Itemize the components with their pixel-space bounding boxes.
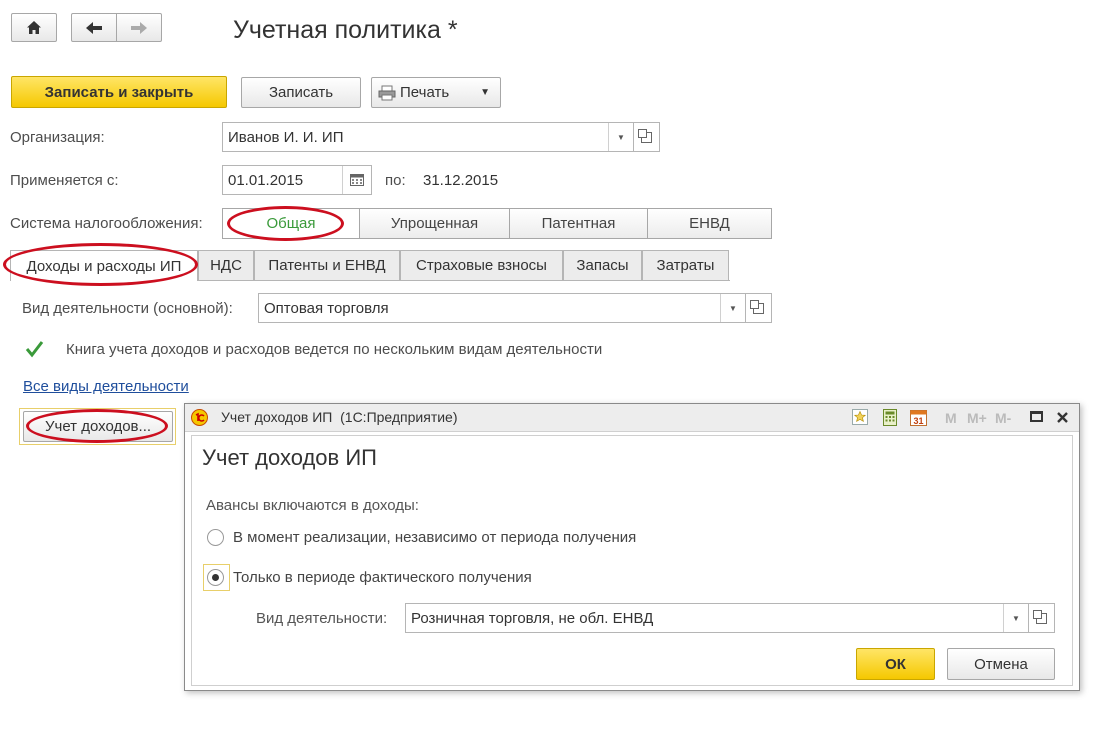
save-and-close-button[interactable]: Записать и закрыть bbox=[11, 76, 227, 108]
maximize-icon[interactable] bbox=[1030, 411, 1043, 422]
chevron-down-icon: ▼ bbox=[480, 87, 490, 98]
radio-on-receipt[interactable] bbox=[207, 569, 224, 586]
ok-button[interactable]: ОК bbox=[856, 648, 935, 680]
tax-option-envd[interactable]: ЕНВД bbox=[647, 208, 772, 239]
1c-logo-icon bbox=[191, 409, 208, 426]
activity-main-label: Вид деятельности (основной): bbox=[22, 300, 233, 317]
tax-option-simplified[interactable]: Упрощенная bbox=[359, 208, 510, 239]
organization-label: Организация: bbox=[10, 129, 105, 146]
dropdown-icon[interactable]: ▼ bbox=[720, 294, 745, 322]
print-label: Печать bbox=[400, 84, 450, 101]
arrow-left-icon bbox=[86, 21, 102, 34]
dialog-activity-label: Вид деятельности: bbox=[256, 610, 388, 627]
forward-button[interactable] bbox=[116, 13, 162, 42]
income-dialog: Учет доходов ИП (1С:Предприятие) 31 M M+… bbox=[184, 403, 1080, 691]
calendar-icon[interactable] bbox=[342, 166, 371, 194]
income-accounting-button[interactable]: Учет доходов... bbox=[23, 411, 173, 442]
tab-patents-envd[interactable]: Патенты и ЕНВД bbox=[254, 250, 400, 280]
activity-main-field[interactable]: Оптовая торговля ▼ bbox=[258, 293, 746, 323]
radio-on-realization[interactable] bbox=[207, 529, 224, 546]
open-icon[interactable] bbox=[746, 293, 772, 323]
book-checkbox-label[interactable]: Книга учета доходов и расходов ведется п… bbox=[66, 341, 602, 358]
calculator-icon[interactable] bbox=[882, 409, 898, 426]
arrow-right-icon bbox=[131, 21, 147, 34]
cancel-button[interactable]: Отмена bbox=[947, 648, 1055, 680]
radio-on-realization-label[interactable]: В момент реализации, независимо от перио… bbox=[233, 529, 636, 546]
advances-label: Авансы включаются в доходы: bbox=[206, 497, 419, 514]
dialog-body-frame bbox=[191, 435, 1073, 686]
applies-to-label: по: bbox=[385, 172, 406, 189]
applies-from-field[interactable]: 01.01.2015 bbox=[222, 165, 372, 195]
activity-main-value: Оптовая торговля bbox=[264, 299, 389, 317]
print-button[interactable]: Печать ▼ bbox=[371, 77, 501, 108]
dialog-titlebar: Учет доходов ИП (1С:Предприятие) 31 M M+… bbox=[185, 404, 1079, 432]
applies-to-value: 31.12.2015 bbox=[423, 172, 499, 189]
tab-insurance[interactable]: Страховые взносы bbox=[400, 250, 563, 280]
radio-on-receipt-label[interactable]: Только в периоде фактического получения bbox=[233, 569, 532, 586]
all-activities-link[interactable]: Все виды деятельности bbox=[23, 378, 189, 395]
dialog-window-title: Учет доходов ИП (1С:Предприятие) bbox=[221, 409, 458, 425]
page-title: Учетная политика * bbox=[233, 16, 458, 44]
tab-income-expenses[interactable]: Доходы и расходы ИП bbox=[10, 250, 198, 281]
dialog-title: Учет доходов ИП bbox=[202, 445, 377, 470]
open-icon[interactable] bbox=[1029, 603, 1055, 633]
checkbox-icon[interactable] bbox=[24, 339, 44, 359]
calendar-icon[interactable]: 31 bbox=[910, 408, 927, 426]
organization-value: Иванов И. И. ИП bbox=[228, 128, 344, 146]
home-icon bbox=[27, 21, 41, 34]
save-button[interactable]: Записать bbox=[241, 77, 361, 108]
memory-plus-button[interactable]: M+ bbox=[967, 410, 987, 426]
dialog-activity-value: Розничная торговля, не обл. ЕНВД bbox=[411, 609, 654, 627]
memory-button[interactable]: M bbox=[945, 410, 957, 426]
dialog-activity-field[interactable]: Розничная торговля, не обл. ЕНВД ▼ bbox=[405, 603, 1029, 633]
svg-text:31: 31 bbox=[913, 416, 923, 426]
tab-vat[interactable]: НДС bbox=[198, 250, 254, 280]
memory-minus-button[interactable]: M- bbox=[995, 410, 1011, 426]
home-button[interactable] bbox=[11, 13, 57, 42]
tax-option-general[interactable]: Общая bbox=[222, 208, 360, 239]
tab-inventory[interactable]: Запасы bbox=[563, 250, 642, 280]
applies-from-label: Применяется с: bbox=[10, 172, 119, 189]
close-icon[interactable] bbox=[1056, 411, 1069, 424]
printer-icon bbox=[378, 85, 396, 100]
applies-from-value: 01.01.2015 bbox=[228, 171, 304, 189]
back-button[interactable] bbox=[71, 13, 117, 42]
tax-system-label: Система налогообложения: bbox=[10, 215, 203, 232]
tab-costs[interactable]: Затраты bbox=[642, 250, 729, 280]
tax-option-patent[interactable]: Патентная bbox=[509, 208, 648, 239]
open-icon[interactable] bbox=[634, 122, 660, 152]
dropdown-icon[interactable]: ▼ bbox=[608, 123, 633, 151]
dropdown-icon[interactable]: ▼ bbox=[1003, 604, 1028, 632]
favorite-icon[interactable] bbox=[852, 409, 868, 425]
organization-field[interactable]: Иванов И. И. ИП ▼ bbox=[222, 122, 634, 152]
